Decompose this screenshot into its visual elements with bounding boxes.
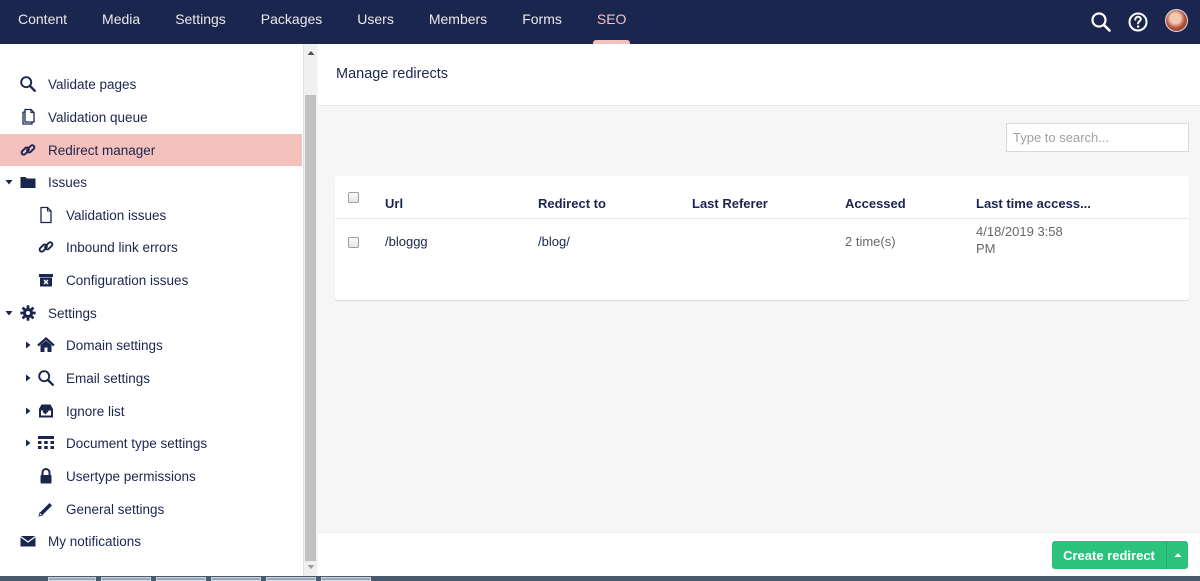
caret-down-icon[interactable]	[5, 178, 13, 186]
sidebar-item-settings[interactable]: Settings	[0, 297, 302, 329]
search-icon	[37, 369, 55, 387]
column-header-url[interactable]: Url	[385, 196, 403, 211]
cell-redirect-to: /blog/	[538, 234, 570, 249]
scroll-down-icon[interactable]	[305, 561, 316, 573]
sidebar-item-label: Issues	[48, 174, 88, 190]
tab-settings[interactable]: Settings	[158, 0, 244, 44]
pencil-icon	[37, 500, 55, 518]
sidebar-item-label: Configuration issues	[66, 272, 189, 288]
search-icon[interactable]	[1090, 11, 1112, 33]
sidebar-item-label: Validation issues	[66, 207, 167, 223]
header-divider	[335, 218, 1189, 219]
search-input[interactable]	[1006, 123, 1189, 152]
link-icon	[37, 238, 55, 256]
sidebar-item-inbound-link-errors[interactable]: Inbound link errors	[0, 231, 302, 263]
os-taskbar	[0, 576, 1200, 581]
cell-accessed: 2 time(s)	[845, 234, 896, 249]
taskbar-button[interactable]	[266, 577, 316, 581]
taskbar-button[interactable]	[101, 577, 151, 581]
inbox-icon	[37, 402, 55, 420]
document-queue-icon	[19, 108, 37, 126]
home-icon	[37, 336, 55, 354]
tab-members[interactable]: Members	[411, 0, 504, 44]
create-options-caret-icon[interactable]	[1166, 541, 1188, 569]
search-icon	[19, 75, 37, 93]
tab-users[interactable]: Users	[340, 0, 412, 44]
main-header: Manage redirects	[318, 44, 1200, 106]
sidebar-item-label: Validation queue	[48, 109, 148, 125]
sidebar-item-label: Document type settings	[66, 435, 208, 451]
taskbar-button[interactable]	[48, 577, 96, 581]
redirects-table: Url Redirect to Last Referer Accessed La…	[335, 176, 1189, 300]
sidebar-item-domain-settings[interactable]: Domain settings	[0, 329, 302, 361]
sidebar-item-label: Usertype permissions	[66, 468, 196, 484]
column-header-redirect-to[interactable]: Redirect to	[538, 196, 606, 211]
scroll-up-icon[interactable]	[305, 47, 316, 59]
caret-right-icon[interactable]	[24, 374, 32, 382]
sidebar-scrollbar-thumb[interactable]	[305, 95, 316, 561]
sidebar-item-validation-issues[interactable]: Validation issues	[0, 199, 302, 231]
sidebar-item-issues[interactable]: Issues	[0, 166, 302, 198]
select-all-checkbox[interactable]	[348, 192, 359, 203]
taskbar-button[interactable]	[156, 577, 206, 581]
sidebar-item-label: Redirect manager	[48, 142, 156, 158]
column-header-accessed[interactable]: Accessed	[845, 196, 906, 211]
folder-icon	[19, 173, 37, 191]
sidebar-item-document-type-settings[interactable]: Document type settings	[0, 427, 302, 459]
tab-seo[interactable]: SEO	[579, 0, 644, 44]
box-icon	[37, 271, 55, 289]
sidebar-item-label: General settings	[66, 501, 165, 517]
user-avatar[interactable]	[1165, 9, 1188, 32]
envelope-icon	[19, 532, 37, 550]
sidebar-item-usertype-permissions[interactable]: Usertype permissions	[0, 460, 302, 492]
sidebar-item-label: My notifications	[48, 533, 142, 549]
cell-last-access: 4/18/2019 3:58 PM	[976, 224, 1063, 256]
sidebar-item-email-settings[interactable]: Email settings	[0, 362, 302, 394]
sidebar-item-label: Domain settings	[66, 337, 163, 353]
sidebar-item-general-settings[interactable]: General settings	[0, 493, 302, 525]
top-navigation-bar: Content Media Settings Packages Users Me…	[0, 0, 1200, 44]
link-icon	[19, 141, 37, 159]
sidebar-item-label: Inbound link errors	[66, 239, 178, 255]
create-redirect-button[interactable]: Create redirect	[1052, 541, 1166, 569]
taskbar-button[interactable]	[321, 577, 371, 581]
caret-down-icon[interactable]	[5, 309, 13, 317]
sidebar-item-label: Settings	[48, 305, 97, 321]
column-header-last-referer[interactable]: Last Referer	[692, 196, 768, 211]
tab-forms[interactable]: Forms	[505, 0, 580, 44]
sidebar-item-label: Ignore list	[66, 403, 125, 419]
page-title: Manage redirects	[336, 66, 449, 82]
sidebar: Validate pages Validation queue Redirect…	[0, 44, 303, 576]
column-header-last-access[interactable]: Last time access...	[976, 196, 1091, 211]
help-icon[interactable]	[1127, 11, 1149, 33]
sidebar-item-configuration-issues[interactable]: Configuration issues	[0, 264, 302, 296]
section-tabs: Content Media Settings Packages Users Me…	[0, 0, 644, 44]
lock-icon	[37, 467, 55, 485]
sidebar-item-redirect-manager[interactable]: Redirect manager	[0, 134, 302, 166]
caret-right-icon[interactable]	[24, 407, 32, 415]
taskbar-button[interactable]	[211, 577, 261, 581]
tab-content[interactable]: Content	[0, 0, 85, 44]
sidebar-item-my-notifications[interactable]: My notifications	[0, 525, 302, 557]
tab-media[interactable]: Media	[85, 0, 158, 44]
sidebar-item-validate-pages[interactable]: Validate pages	[0, 68, 302, 100]
caret-right-icon[interactable]	[24, 341, 32, 349]
sidebar-item-validation-queue[interactable]: Validation queue	[0, 101, 302, 133]
cell-url: /bloggg	[385, 234, 428, 249]
caret-right-icon[interactable]	[24, 439, 32, 447]
gear-icon	[19, 304, 37, 322]
tab-packages[interactable]: Packages	[243, 0, 339, 44]
document-icon	[37, 206, 55, 224]
row-checkbox[interactable]	[348, 237, 359, 248]
sidebar-item-label: Email settings	[66, 370, 151, 386]
sidebar-item-label: Validate pages	[48, 76, 137, 92]
sidebar-item-ignore-list[interactable]: Ignore list	[0, 395, 302, 427]
grid-icon	[37, 434, 55, 452]
